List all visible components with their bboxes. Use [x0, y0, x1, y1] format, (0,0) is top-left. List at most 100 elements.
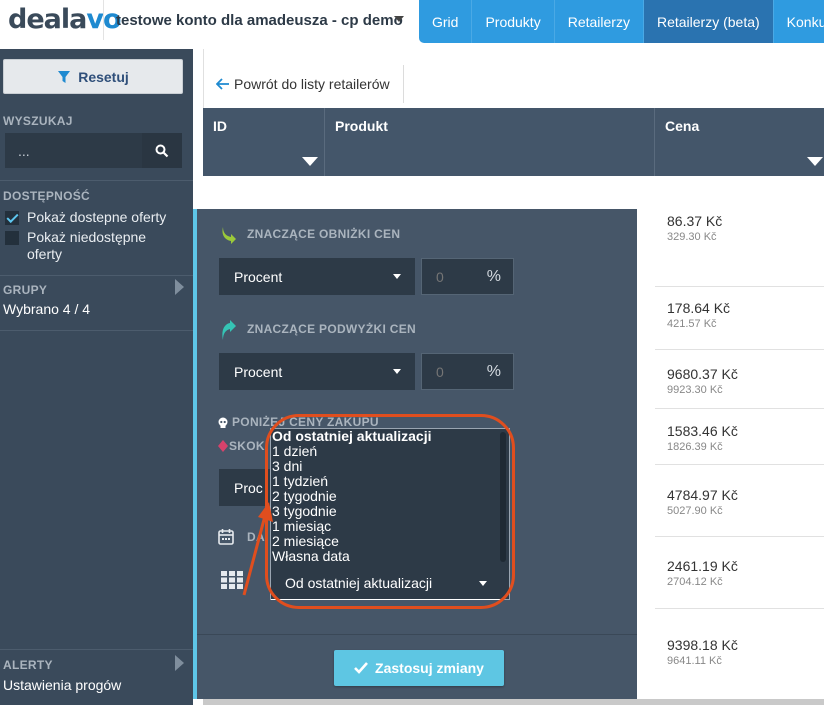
alert-icon	[218, 440, 228, 452]
filter-icon	[58, 70, 71, 83]
date-option[interactable]: 2 tygodnie	[271, 489, 509, 504]
show-unavailable-checkbox[interactable]: Pokaż niedostępne oferty	[5, 229, 167, 263]
date-range-dropdown[interactable]: Od ostatniej aktualizacji 1 dzień 3 dni …	[270, 428, 510, 600]
percent-unit: %	[486, 268, 501, 285]
date-option[interactable]: 3 dni	[271, 459, 509, 474]
search-section-label: WYSZUKAJ	[3, 114, 73, 128]
jumps-label: SKOK	[229, 439, 265, 453]
show-available-checkbox[interactable]: Pokaż dostepne oferty	[5, 209, 167, 226]
main-nav: Grid Produkty Retailerzy Retailerzy (bet…	[419, 0, 824, 43]
grid-icon	[221, 571, 243, 589]
check-icon	[354, 662, 369, 674]
table-row[interactable]: 4784.97 Kč 5027.90 Kč	[655, 464, 824, 536]
price-raises-threshold: %	[421, 353, 514, 390]
date-option[interactable]: 1 tydzień	[271, 474, 509, 489]
below-purchase-price-label: PONIŻEJ CENY ZAKUPU	[232, 415, 379, 429]
column-header-label: ID	[213, 118, 227, 134]
reset-filters-button[interactable]: Resetuj	[3, 59, 183, 94]
select-value: Proc	[234, 479, 263, 496]
back-to-retailers-link[interactable]: Powrót do listy retailerów	[216, 76, 390, 92]
table-row[interactable]: 86.37 Kč 329.30 Kč	[655, 200, 824, 243]
select-value: Procent	[234, 363, 283, 380]
price-drops-mode-select[interactable]: Procent	[219, 258, 415, 295]
date-option[interactable]: 2 miesiące	[271, 534, 509, 549]
previous-price-value: 421.57 Kč	[667, 318, 717, 330]
table-row[interactable]: 9398.18 Kč 9641.11 Kč	[655, 608, 824, 699]
tab-produkty[interactable]: Produkty	[472, 0, 555, 43]
horizontal-scrollbar[interactable]	[203, 699, 824, 705]
price-value: 4784.97 Kč	[667, 487, 738, 503]
toolbar-divider	[403, 65, 404, 103]
table-row[interactable]: 2461.19 Kč 2704.12 Kč	[655, 536, 824, 608]
price-raises-value-input[interactable]	[422, 354, 482, 389]
column-header-id[interactable]: ID	[203, 108, 325, 176]
date-option[interactable]: 3 tygodnie	[271, 504, 509, 519]
content-toolbar: Powrót do listy retailerów	[203, 49, 824, 108]
apply-changes-button[interactable]: Zastosuj zmiany	[334, 650, 504, 686]
sidebar-divider	[0, 330, 193, 331]
table-row[interactable]: 9680.37 Kč 9923.30 Kč	[655, 349, 824, 408]
price-value: 9398.18 Kč	[667, 637, 738, 653]
column-header-price[interactable]: Cena	[655, 108, 824, 176]
column-header-label: Produkt	[335, 118, 388, 134]
price-raises-mode-select[interactable]: Procent	[219, 353, 415, 390]
sidebar-divider	[0, 180, 193, 181]
filter-sidebar: Resetuj WYSZUKAJ DOSTĘPNOŚĆ Pokaż dostep…	[0, 49, 193, 705]
table-row[interactable]: 1583.46 Kč 1826.39 Kč	[655, 408, 824, 464]
column-header-label: Cena	[665, 118, 700, 134]
sort-arrow-icon[interactable]	[807, 157, 823, 166]
select-value: Od ostatniej aktualizacji	[285, 574, 433, 591]
price-value: 9680.37 Kč	[667, 366, 738, 382]
tab-konkurencja[interactable]: Konkur	[774, 0, 824, 43]
search-button[interactable]	[142, 133, 182, 168]
column-header-product[interactable]: Produkt	[325, 108, 655, 176]
date-option[interactable]: 1 dzień	[271, 444, 509, 459]
show-unavailable-label: Pokaż niedostępne oferty	[27, 229, 147, 262]
sort-arrow-icon[interactable]	[302, 157, 318, 166]
previous-price-value: 329.30 Kč	[667, 231, 717, 243]
sidebar-divider	[0, 649, 193, 650]
previous-price-value: 9923.30 Kč	[667, 384, 723, 396]
price-drops-value-input[interactable]	[422, 259, 482, 294]
groups-section-label: GRUPY	[3, 283, 48, 297]
caret-down-icon	[479, 581, 487, 586]
price-value: 86.37 Kč	[667, 213, 723, 229]
availability-section-label: DOSTĘPNOŚĆ	[3, 189, 91, 203]
tab-retailerzy[interactable]: Retailerzy	[555, 0, 644, 43]
alerts-section-label: ALERTY	[3, 658, 53, 672]
tab-grid[interactable]: Grid	[419, 0, 473, 43]
trend-up-icon	[222, 320, 236, 340]
date-range-select[interactable]: Od ostatniej aktualizacji	[271, 566, 501, 600]
search-input[interactable]	[5, 133, 142, 168]
logo-text: deala	[8, 4, 87, 35]
account-switcher[interactable]: testowe konto dla amadeusza - cp demo	[103, 0, 418, 40]
percent-unit: %	[486, 363, 501, 380]
arrow-left-icon	[216, 78, 229, 90]
date-option[interactable]: Od ostatniej aktualizacji	[271, 429, 509, 444]
table-row[interactable]: 178.64 Kč 421.57 Kč	[655, 286, 824, 350]
price-value: 2461.19 Kč	[667, 558, 738, 574]
trend-down-icon	[222, 227, 236, 244]
caret-down-icon	[393, 274, 401, 279]
account-name: testowe konto dla amadeusza - cp demo	[116, 11, 403, 29]
skull-icon	[218, 417, 228, 428]
show-available-label: Pokaż dostepne oferty	[27, 209, 167, 225]
caret-down-icon	[393, 369, 401, 374]
price-value: 1583.46 Kč	[667, 423, 738, 439]
alerts-value[interactable]: Ustawienia progów	[3, 677, 121, 693]
tab-retailerzy-beta[interactable]: Retailerzy (beta)	[643, 0, 774, 43]
dropdown-scrollbar[interactable]	[500, 432, 506, 562]
price-drops-label: ZNACZĄCE OBNIŻKI CEN	[247, 227, 401, 241]
previous-price-value: 9641.11 Kč	[667, 655, 722, 667]
date-option[interactable]: Własna data	[271, 549, 509, 564]
apply-button-label: Zastosuj zmiany	[375, 660, 484, 676]
back-link-label: Powrót do listy retailerów	[234, 76, 390, 92]
previous-price-value: 2704.12 Kč	[667, 576, 723, 588]
table-header: ID Produkt Cena	[203, 108, 824, 176]
reset-button-label: Resetuj	[78, 68, 129, 85]
alerts-expand-icon[interactable]	[175, 655, 184, 671]
price-raises-label: ZNACZĄCE PODWYŻKI CEN	[247, 322, 416, 336]
groups-expand-icon[interactable]	[175, 279, 184, 295]
date-label: DA	[247, 530, 265, 544]
date-option[interactable]: 1 miesiąc	[271, 519, 509, 534]
